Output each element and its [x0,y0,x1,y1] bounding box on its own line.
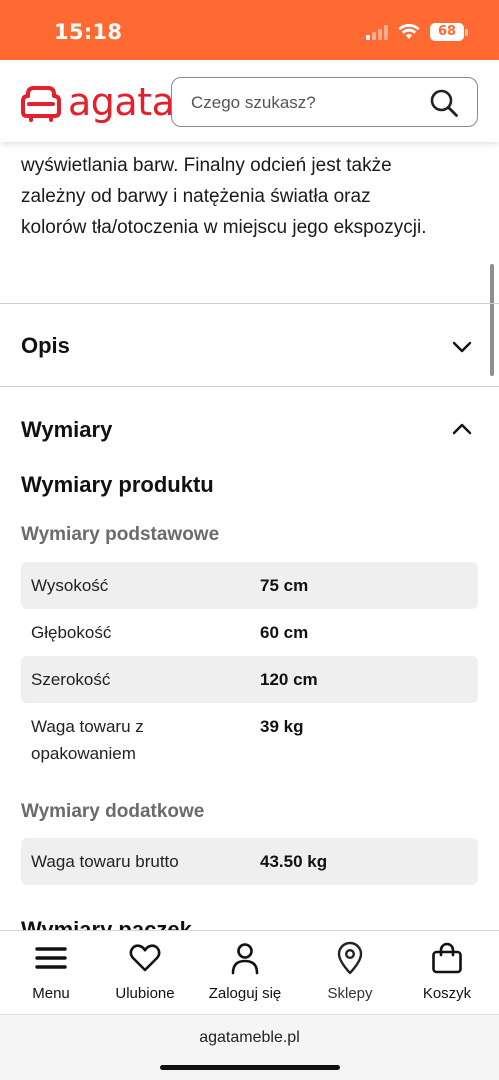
nav-login[interactable]: Zaloguj się [195,931,295,1015]
search-icon[interactable] [429,88,459,118]
home-indicator[interactable] [160,1065,340,1070]
chevron-down-icon[interactable] [452,341,472,353]
nav-label: Zaloguj się [208,985,282,1002]
table-row: Szerokość 120 cm [21,656,478,703]
color-disclaimer-text: wyświetlania barw. Finalny odcień jest t… [21,155,427,238]
row-label: Wysokość [31,576,109,595]
battery-tip [465,29,468,36]
bottom-navigation: Menu Ulubione Zaloguj się Sklepy Koszyk [0,930,499,1014]
location-pin-icon [337,941,363,975]
nav-label: Sklepy [327,985,373,1002]
cellular-signal-icon [366,24,390,40]
nav-stores[interactable]: Sklepy [300,931,400,1015]
divider [0,386,499,387]
site-header: agata Czego szukasz? [0,60,499,142]
basic-dimensions-heading: Wymiary podstawowe [21,524,220,545]
status-bar: 15:18 68 [0,0,499,60]
row-value: 43.50 kg [260,852,328,871]
status-time: 15:18 [54,20,123,44]
browser-address-bar[interactable]: agatameble.pl [0,1014,499,1080]
accordion-title-opis: Opis [21,333,70,358]
search-input[interactable]: Czego szukasz? [171,77,478,127]
nav-favorites[interactable]: Ulubione [95,931,195,1015]
battery-indicator: 68 [430,23,464,41]
search-placeholder: Czego szukasz? [191,93,316,112]
nav-label: Menu [32,985,70,1002]
nav-cart[interactable]: Koszyk [397,931,497,1015]
row-label: Głębokość [31,623,112,642]
sofa-logo-icon [21,86,61,122]
nav-label: Koszyk [422,985,472,1002]
dimensions-title: Wymiary produktu [21,472,214,497]
row-label: Waga towaru z opakowaniem [31,717,144,763]
table-row: Waga towaru brutto 43.50 kg [21,838,478,885]
divider [0,303,499,304]
row-label: Waga towaru brutto [31,852,179,871]
user-icon [231,943,259,975]
heart-icon [129,944,161,972]
accordion-title-wymiary: Wymiary [21,417,113,442]
extra-dimensions-heading: Wymiary dodatkowe [21,801,205,822]
row-label: Szerokość [31,670,111,689]
nav-menu[interactable]: Menu [1,931,101,1015]
logo-text: agata [68,80,175,124]
scrollbar[interactable] [490,264,494,376]
table-row: Głębokość 60 cm [21,609,478,656]
product-details: wyświetlania barw. Finalny odcień jest t… [0,142,499,932]
row-value: 120 cm [260,670,318,689]
url-text: agatameble.pl [199,1029,300,1046]
agata-logo[interactable]: agata [20,78,175,126]
wifi-icon [398,23,420,39]
shopping-bag-icon [432,942,462,974]
menu-icon [35,947,67,969]
table-row: Wysokość 75 cm [21,562,478,609]
nav-label: Ulubione [115,985,175,1002]
chevron-up-icon[interactable] [452,423,472,435]
row-value: 39 kg [260,717,304,736]
row-value: 60 cm [260,623,309,642]
row-value: 75 cm [260,576,309,595]
table-row: Waga towaru z opakowaniem 39 kg [21,703,478,775]
